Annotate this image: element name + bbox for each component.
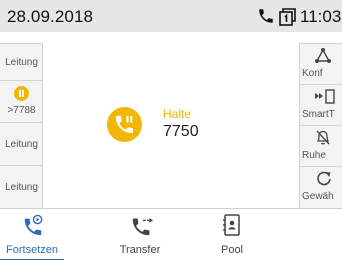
soft-key-label: Konf [302,68,323,79]
do-not-disturb-icon [316,130,330,145]
do-not-disturb-button[interactable]: Ruhe [299,125,342,166]
line-key-label: >7788 [7,105,36,116]
line-keys: Leitung >7788 Leitung Leitung [0,43,43,208]
bottom-tab-bar: Fortsetzen Transfer Pool [0,208,342,260]
status-date: 28.09.2018 [7,7,94,26]
line-key-2[interactable]: >7788 [0,80,43,122]
redial-button[interactable]: Gewäh [299,166,342,208]
line-key-label: Leitung [5,139,38,150]
conference-button[interactable]: Konf [299,43,342,84]
tab-label: Pool [220,244,244,256]
transfer-icon [132,218,154,236]
line-key-4[interactable]: Leitung [0,165,43,208]
tab-pool[interactable]: Pool [200,209,264,260]
call-list-icon [279,8,296,26]
smart-transfer-button[interactable]: SmartT [299,84,342,125]
tab-transfer[interactable]: Transfer [108,209,172,260]
pool-icon [223,214,240,236]
call-status: Halte [163,107,192,121]
conference-icon [315,48,331,63]
soft-key-label: Ruhe [302,150,326,161]
tab-resume[interactable]: Fortsetzen [0,209,64,260]
tab-label: Fortsetzen [6,244,58,256]
line-key-1[interactable]: Leitung [0,43,43,80]
tab-label: Transfer [119,244,161,256]
phone-icon [259,9,273,23]
soft-key-label: SmartT [302,109,335,120]
call-on-hold-icon [107,107,142,142]
redial-icon [317,171,331,186]
phone-screen: 28.09.2018 11:03 Leitung >7788 Leitung L… [0,0,342,260]
soft-keys: Konf SmartT Ruhe Gewäh [299,43,342,208]
status-bar: 28.09.2018 11:03 [0,0,342,32]
status-time: 11:03 [300,7,342,26]
resume-call-icon [24,214,43,236]
line-key-label: Leitung [5,57,38,68]
call-number: 7750 [163,123,199,140]
hold-icon [14,86,29,101]
line-key-label: Leitung [5,182,38,193]
smart-transfer-icon [315,89,335,104]
line-key-3[interactable]: Leitung [0,122,43,165]
soft-key-label: Gewäh [302,191,334,202]
